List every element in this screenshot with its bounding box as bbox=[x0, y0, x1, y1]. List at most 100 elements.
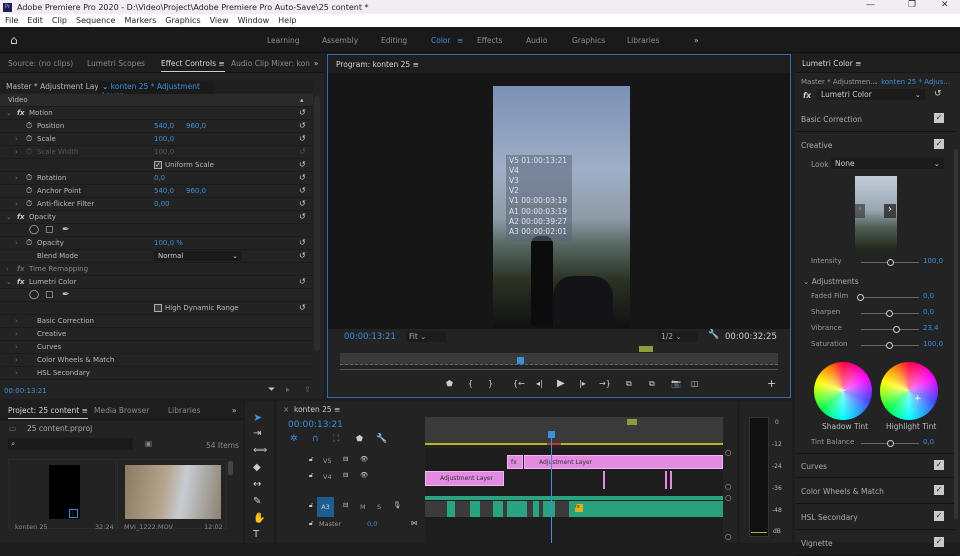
track-name[interactable]: A3 bbox=[317, 497, 334, 517]
section-curves[interactable]: Curves ✓ bbox=[795, 453, 955, 478]
section-basic-correction[interactable]: Basic Correction ✓ bbox=[795, 107, 955, 132]
lock-icon[interactable]: 🔓︎ bbox=[309, 519, 313, 528]
property-value[interactable]: 0,00 bbox=[154, 198, 170, 210]
effect-row-opacity[interactable]: › ⏱︎ Opacity 100,0 % ↺ bbox=[0, 237, 313, 250]
menu-markers[interactable]: Markers bbox=[124, 16, 156, 25]
program-timecode[interactable]: 00:00:13:21 bbox=[344, 332, 396, 342]
enable-checkbox[interactable]: ✓ bbox=[934, 460, 944, 470]
ellipse-mask-icon[interactable]: ◯ bbox=[29, 289, 39, 301]
slider-value[interactable]: 100,0 bbox=[923, 257, 943, 265]
stopwatch-icon[interactable]: ⏱︎ bbox=[26, 198, 32, 210]
effect-row-scale[interactable]: › ⏱︎ Scale 100,0 ↺ bbox=[0, 133, 313, 146]
slider-track[interactable] bbox=[861, 297, 919, 298]
slip-tool-icon[interactable]: ↔ bbox=[253, 479, 261, 490]
workspace-editing[interactable]: Editing bbox=[381, 36, 407, 45]
effect-row-opacity[interactable]: ⌄ fx Opacity ↺ bbox=[0, 211, 313, 224]
adjustment-layer-clip[interactable]: Adjustment Layer bbox=[524, 455, 723, 469]
workspace-libraries[interactable]: Libraries bbox=[627, 36, 659, 45]
master-options-icon[interactable]: ⋈ bbox=[411, 519, 418, 527]
effect-row-high-dynamic-range[interactable]: High Dynamic Range ↺ bbox=[0, 302, 313, 315]
effect-row-color-wheels-match[interactable]: › Color Wheels & Match bbox=[0, 354, 313, 367]
clip-sliver[interactable] bbox=[603, 471, 605, 489]
enable-checkbox[interactable]: ✓ bbox=[934, 113, 944, 123]
fx-icon[interactable]: fx bbox=[803, 91, 811, 100]
property-value[interactable]: 540,0 bbox=[154, 185, 174, 197]
fx-icon[interactable]: fx bbox=[17, 276, 25, 288]
work-area-marker[interactable] bbox=[639, 346, 653, 352]
effect-row-video[interactable]: Video ▴ bbox=[0, 94, 313, 107]
audio-clip[interactable] bbox=[447, 501, 455, 517]
work-area-marker[interactable] bbox=[627, 419, 637, 425]
reset-icon[interactable]: ↺ bbox=[299, 146, 306, 158]
slider-track[interactable] bbox=[861, 329, 919, 330]
slider-value[interactable]: 0,0 bbox=[923, 292, 934, 300]
lift-icon[interactable]: ⧉ bbox=[626, 379, 632, 389]
fx-icon[interactable]: fx bbox=[17, 107, 25, 119]
enable-checkbox[interactable]: ✓ bbox=[934, 139, 944, 149]
audio-clip[interactable]: fx bbox=[569, 501, 723, 517]
slider-knob[interactable] bbox=[887, 440, 894, 447]
selection-tool-icon[interactable]: ➤ bbox=[253, 411, 262, 424]
enable-checkbox[interactable]: ✓ bbox=[934, 537, 944, 547]
eye-icon[interactable]: 👁︎ bbox=[360, 471, 368, 479]
chevron-right-icon[interactable]: › bbox=[15, 146, 18, 158]
tracks-area[interactable]: fx Adjustment Layer Adjustment Layer fx bbox=[425, 431, 723, 543]
playhead-handle[interactable] bbox=[548, 431, 555, 438]
menu-help[interactable]: Help bbox=[278, 16, 296, 25]
section-hsl-secondary[interactable]: HSL Secondary ✓ bbox=[795, 505, 955, 530]
effect-row-anchor-point[interactable]: ⏱︎ Anchor Point 540,0 960,0 ↺ bbox=[0, 185, 313, 198]
slider-sharpen[interactable]: Sharpen 0,0 bbox=[795, 308, 955, 320]
menu-graphics[interactable]: Graphics bbox=[165, 16, 200, 25]
tint-balance-slider[interactable]: Tint Balance 0,0 bbox=[795, 438, 955, 450]
lock-icon[interactable]: 🔓︎ bbox=[309, 471, 313, 480]
go-to-out-icon[interactable]: →} bbox=[599, 379, 611, 388]
chevron-down-icon[interactable]: ⌄ bbox=[6, 211, 12, 223]
effect-row-masks[interactable]: ◯ ▢ ✒ bbox=[0, 224, 313, 237]
property-value[interactable]: 100,0 % bbox=[154, 237, 183, 249]
previous-look-icon[interactable]: ‹ bbox=[855, 204, 865, 218]
solo-button[interactable]: S bbox=[377, 503, 381, 511]
effect-row-motion[interactable]: ⌄ fx Motion ↺ bbox=[0, 107, 313, 120]
linked-selection-icon[interactable]: ⛶ bbox=[333, 434, 339, 444]
shadow-tint-wheel[interactable]: + bbox=[814, 362, 872, 420]
slider-knob[interactable] bbox=[886, 342, 893, 349]
lumetri-clip-dropdown[interactable]: ⌄ konten 25 * Adjus... bbox=[873, 78, 950, 86]
reset-icon[interactable]: ↺ bbox=[299, 133, 306, 145]
menu-window[interactable]: Window bbox=[238, 16, 270, 25]
play-audio-icon[interactable]: ▸ bbox=[286, 385, 290, 394]
menu-view[interactable]: View bbox=[210, 16, 229, 25]
track-name[interactable]: V5 bbox=[323, 457, 332, 465]
effect-row-creative[interactable]: › Creative bbox=[0, 328, 313, 341]
scroll-handle-icon[interactable]: ○ bbox=[725, 493, 732, 502]
effect-row-hsl-secondary[interactable]: › HSL Secondary bbox=[0, 367, 313, 380]
close-button[interactable]: ✕ bbox=[941, 0, 949, 10]
audio-clip-a2[interactable] bbox=[425, 496, 723, 500]
mark-in-icon[interactable]: { bbox=[468, 379, 473, 388]
tab-libraries[interactable]: Libraries bbox=[168, 406, 200, 415]
razor-tool-icon[interactable]: ◆ bbox=[253, 462, 261, 473]
slider-knob[interactable] bbox=[886, 310, 893, 317]
section-vignette[interactable]: Vignette ✓ bbox=[795, 531, 955, 556]
tab-program[interactable]: Program: konten 25 ≡ bbox=[336, 60, 419, 72]
scroll-up-icon[interactable]: ▴ bbox=[300, 94, 304, 106]
scrollbar[interactable] bbox=[954, 149, 958, 519]
scrollbar[interactable] bbox=[228, 461, 233, 475]
reset-icon[interactable]: ↺ bbox=[299, 302, 306, 314]
effect-row-position[interactable]: ⏱︎ Position 540,0 960,0 ↺ bbox=[0, 120, 313, 133]
reset-icon[interactable]: ↺ bbox=[299, 211, 306, 223]
step-back-icon[interactable]: ◂| bbox=[536, 379, 543, 388]
workspace-graphics[interactable]: Graphics bbox=[572, 36, 605, 45]
pen-tool-icon[interactable]: ✎ bbox=[253, 496, 261, 507]
track-name[interactable]: V4 bbox=[323, 473, 332, 481]
clip-sliver[interactable] bbox=[670, 471, 672, 489]
highlight-tint-wheel[interactable]: + bbox=[880, 362, 938, 420]
property-value[interactable]: 100,0 bbox=[154, 133, 174, 145]
chevron-right-icon[interactable]: › bbox=[15, 198, 18, 210]
reset-icon[interactable]: ↺ bbox=[299, 107, 306, 119]
export-icon[interactable]: ⇪ bbox=[304, 385, 311, 394]
effect-row-scale-width[interactable]: › ⏱︎ Scale Width 100,0 ↺ bbox=[0, 146, 313, 159]
workspace-learning[interactable]: Learning bbox=[267, 36, 300, 45]
lock-icon[interactable]: 🔓︎ bbox=[309, 501, 313, 510]
effect-row-time-remapping[interactable]: › fx Time Remapping bbox=[0, 263, 313, 276]
effect-dropdown[interactable]: Lumetri Color ⌄ bbox=[817, 89, 925, 100]
